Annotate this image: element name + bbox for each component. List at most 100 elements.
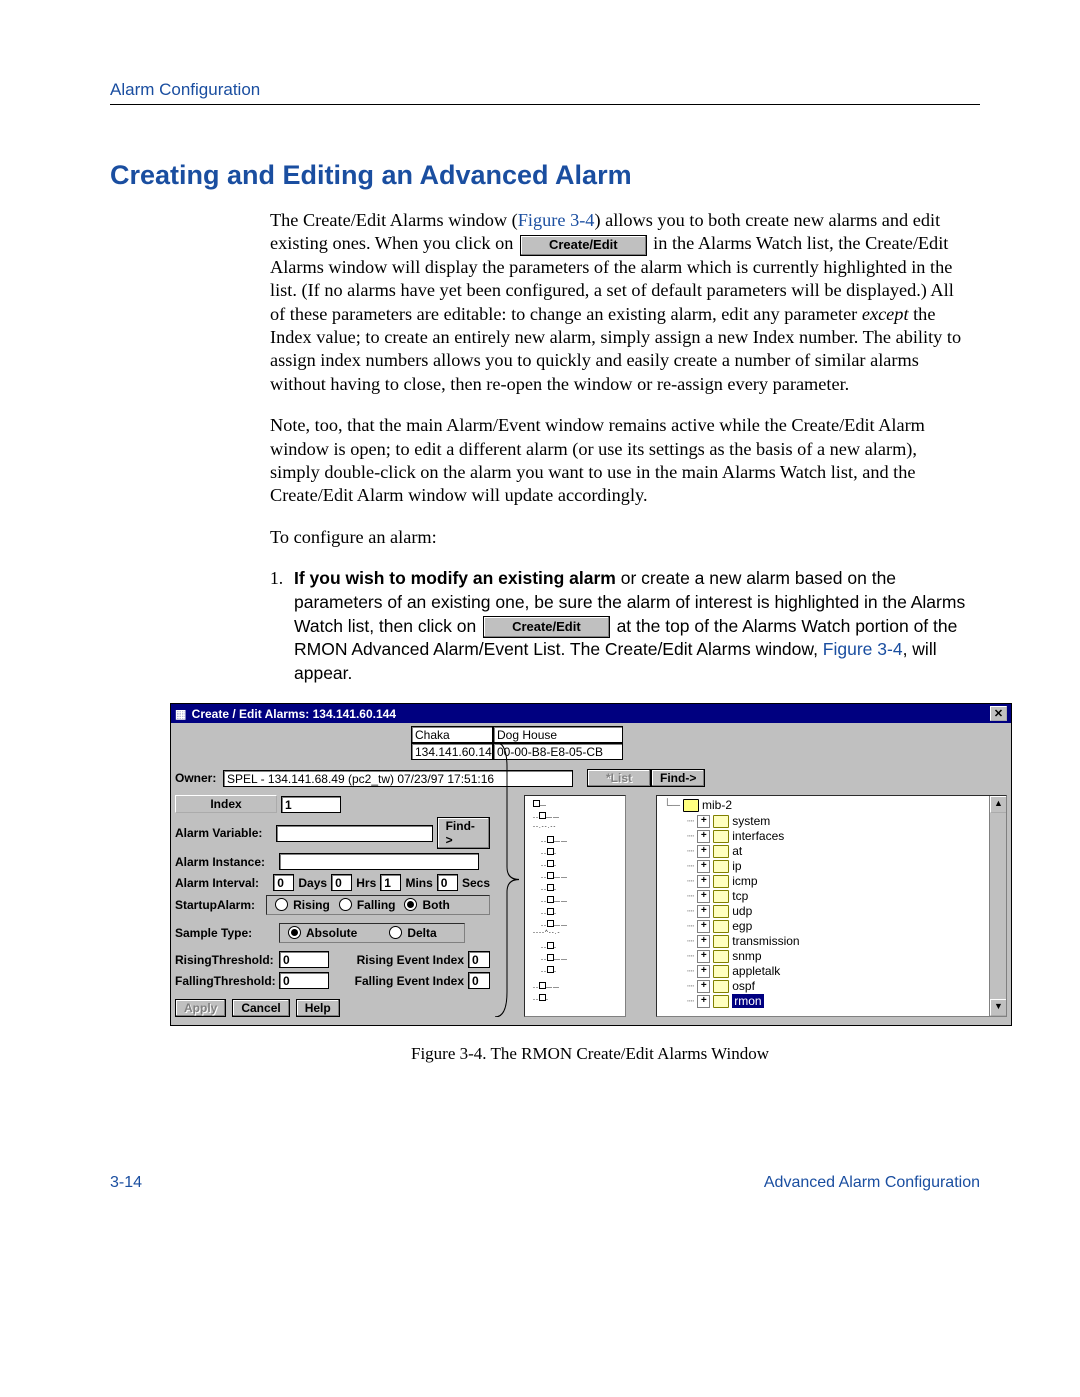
expand-icon[interactable]: + bbox=[697, 845, 710, 858]
help-button[interactable]: Help bbox=[296, 999, 340, 1017]
close-icon[interactable]: ✕ bbox=[990, 706, 1007, 721]
expand-icon[interactable]: + bbox=[697, 815, 710, 828]
node-icon bbox=[713, 920, 729, 933]
falling-threshold-label: FallingThreshold: bbox=[175, 974, 275, 988]
falling-threshold-field[interactable]: 0 bbox=[279, 972, 329, 989]
node-icon bbox=[713, 845, 729, 858]
sample-type-label: Sample Type: bbox=[175, 926, 275, 940]
footer-section: Advanced Alarm Configuration bbox=[764, 1174, 980, 1192]
find-variable-button[interactable]: Find-> bbox=[437, 817, 490, 849]
header-rule bbox=[110, 104, 980, 105]
rising-event-field[interactable]: 0 bbox=[468, 951, 490, 968]
tree-item-snmp[interactable]: ┈+snmp bbox=[687, 949, 1006, 963]
apply-button[interactable]: Apply bbox=[175, 999, 226, 1017]
node-icon bbox=[713, 860, 729, 873]
expand-icon[interactable]: + bbox=[697, 950, 710, 963]
alarm-variable-label: Alarm Variable: bbox=[175, 826, 272, 840]
figure-ref: Figure 3-4 bbox=[518, 210, 595, 230]
paragraph-2: Note, too, that the main Alarm/Event win… bbox=[270, 414, 970, 508]
find-button[interactable]: Find-> bbox=[651, 769, 705, 787]
expand-icon[interactable]: + bbox=[697, 860, 710, 873]
node-icon bbox=[713, 830, 729, 843]
expand-icon[interactable]: + bbox=[697, 965, 710, 978]
tree-scrollbar[interactable]: ▲ ▼ bbox=[989, 796, 1006, 1016]
expand-icon[interactable]: + bbox=[697, 830, 710, 843]
interval-days[interactable]: 0 bbox=[273, 874, 294, 891]
node-icon bbox=[713, 890, 729, 903]
index-label: Index bbox=[175, 795, 277, 813]
expand-icon[interactable]: + bbox=[697, 905, 710, 918]
tree-item-ip[interactable]: ┈+ip bbox=[687, 859, 1006, 873]
sample-radios: Absolute Delta bbox=[279, 923, 465, 943]
rising-threshold-label: RisingThreshold: bbox=[175, 953, 275, 967]
expand-icon[interactable]: + bbox=[697, 920, 710, 933]
alarm-interval-label: Alarm Interval: bbox=[175, 876, 269, 890]
figure-ref-2: Figure 3-4 bbox=[823, 639, 903, 659]
node-icon bbox=[713, 935, 729, 948]
figure-dialog: ▦ Create / Edit Alarms: 134.141.60.144 ✕… bbox=[170, 703, 1012, 1026]
device-name: Chaka bbox=[411, 726, 493, 743]
list-button[interactable]: *List bbox=[587, 769, 651, 787]
create-edit-button-inline: Create/Edit bbox=[520, 235, 647, 256]
node-icon bbox=[713, 980, 729, 993]
node-icon bbox=[713, 875, 729, 888]
tree-item-appletalk[interactable]: ┈+appletalk bbox=[687, 964, 1006, 978]
tree-item-transmission[interactable]: ┈+transmission bbox=[687, 934, 1006, 948]
expand-icon[interactable]: + bbox=[697, 995, 710, 1008]
alarm-instance-field[interactable] bbox=[279, 853, 479, 870]
tree-item-interfaces[interactable]: ┈+interfaces bbox=[687, 829, 1006, 843]
expand-icon[interactable]: + bbox=[697, 935, 710, 948]
falling-event-field[interactable]: 0 bbox=[468, 972, 490, 989]
tree-item-rmon[interactable]: ┈+rmon bbox=[687, 994, 1006, 1008]
startup-alarm-label: StartupAlarm: bbox=[175, 898, 262, 912]
step-1: 1. If you wish to modify an existing ala… bbox=[270, 567, 970, 685]
index-field[interactable]: 1 bbox=[281, 796, 341, 813]
device-location: Dog House bbox=[493, 726, 623, 743]
interval-mins[interactable]: 1 bbox=[380, 874, 401, 891]
tree-root[interactable]: └─ mib-2 bbox=[663, 798, 1006, 812]
paragraph-1: The Create/Edit Alarms window (Figure 3-… bbox=[270, 209, 970, 396]
interval-secs[interactable]: 0 bbox=[437, 874, 458, 891]
tree-item-udp[interactable]: ┈+udp bbox=[687, 904, 1006, 918]
interval-hrs[interactable]: 0 bbox=[331, 874, 352, 891]
tree-item-at[interactable]: ┈+at bbox=[687, 844, 1006, 858]
create-edit-button-inline-2: Create/Edit bbox=[483, 616, 610, 638]
folder-open-icon bbox=[683, 799, 699, 812]
mib-tree-panel[interactable]: └─ mib-2 ┈+system┈+interfaces┈+at┈+ip┈+i… bbox=[656, 795, 1007, 1017]
tree-item-ospf[interactable]: ┈+ospf bbox=[687, 979, 1006, 993]
radio-both[interactable] bbox=[404, 898, 417, 911]
rising-threshold-field[interactable]: 0 bbox=[279, 951, 329, 968]
tree-item-egp[interactable]: ┈+egp bbox=[687, 919, 1006, 933]
section-heading: Creating and Editing an Advanced Alarm bbox=[110, 160, 980, 191]
radio-absolute[interactable] bbox=[288, 926, 301, 939]
page-number: 3-14 bbox=[110, 1174, 142, 1192]
expand-icon[interactable]: + bbox=[697, 980, 710, 993]
scroll-down-icon[interactable]: ▼ bbox=[990, 999, 1007, 1016]
figure-caption: Figure 3-4. The RMON Create/Edit Alarms … bbox=[170, 1044, 1010, 1064]
title-bar[interactable]: ▦ Create / Edit Alarms: 134.141.60.144 ✕ bbox=[171, 704, 1011, 723]
device-ip: 134.141.60.144 bbox=[411, 743, 493, 760]
radio-delta[interactable] bbox=[389, 926, 402, 939]
node-icon bbox=[713, 905, 729, 918]
tree-item-icmp[interactable]: ┈+icmp bbox=[687, 874, 1006, 888]
tree-item-tcp[interactable]: ┈+tcp bbox=[687, 889, 1006, 903]
scroll-up-icon[interactable]: ▲ bbox=[990, 796, 1007, 813]
cancel-button[interactable]: Cancel bbox=[232, 999, 289, 1017]
node-icon bbox=[713, 950, 729, 963]
bracket-graphic bbox=[493, 742, 521, 1017]
node-icon bbox=[713, 995, 729, 1008]
paragraph-3: To configure an alarm: bbox=[270, 526, 970, 549]
expand-icon[interactable]: + bbox=[697, 890, 710, 903]
alarm-instance-label: Alarm Instance: bbox=[175, 855, 275, 869]
tree-item-system[interactable]: ┈+system bbox=[687, 814, 1006, 828]
startup-radios: Rising Falling Both bbox=[266, 895, 490, 915]
radio-rising[interactable] bbox=[275, 898, 288, 911]
middle-graphic-panel: — --—— --.--.-- --—— --- --- --—— --- --… bbox=[524, 795, 626, 1017]
owner-label: Owner: bbox=[175, 771, 219, 785]
running-head: Alarm Configuration bbox=[110, 80, 980, 100]
alarm-variable-field[interactable] bbox=[276, 825, 432, 842]
expand-icon[interactable]: + bbox=[697, 875, 710, 888]
alarm-form: Index 1 Alarm Variable: Find-> Alarm Ins… bbox=[175, 795, 490, 1017]
node-icon bbox=[713, 965, 729, 978]
radio-falling[interactable] bbox=[339, 898, 352, 911]
